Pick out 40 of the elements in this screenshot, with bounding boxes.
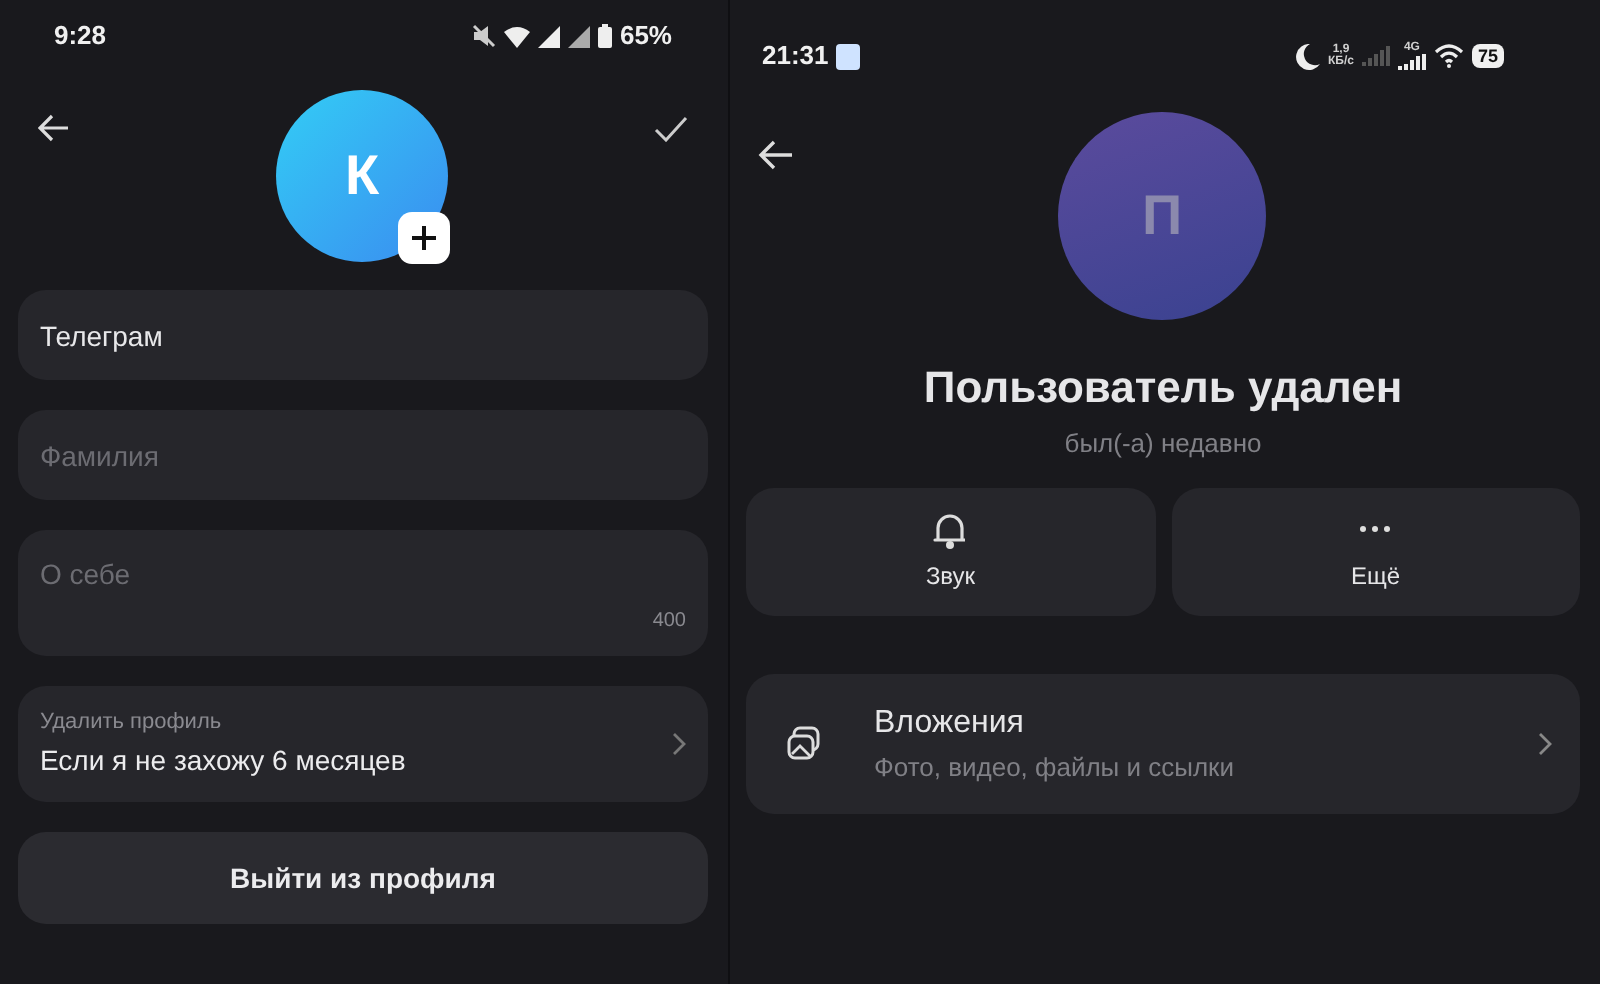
setting-label: Удалить профиль xyxy=(40,708,224,739)
status-time: 9:28 xyxy=(54,18,107,55)
plus-icon xyxy=(412,226,436,250)
avatar: П xyxy=(1058,112,1266,320)
attachments-title: Вложения xyxy=(874,703,1026,744)
delete-profile-row[interactable]: Удалить профиль Если я не захожу 6 месяцев xyxy=(18,686,708,802)
chevron-right-icon xyxy=(672,732,686,756)
mute-icon xyxy=(471,24,496,48)
wifi-icon xyxy=(503,25,530,47)
attachments-row[interactable]: Вложения Фото, видео, файлы и ссылки xyxy=(746,673,1580,813)
avatar: К xyxy=(276,90,448,262)
add-photo-button[interactable] xyxy=(398,212,450,264)
back-icon[interactable] xyxy=(38,114,70,142)
logout-button[interactable]: Выйти из профиля xyxy=(18,832,708,924)
bell-icon xyxy=(932,509,969,549)
more-icon xyxy=(1360,525,1391,531)
status-time: 21:31 xyxy=(762,38,829,75)
back-icon[interactable] xyxy=(758,140,794,170)
images-icon xyxy=(786,725,822,761)
signal-icon xyxy=(1397,54,1426,70)
last-name-field[interactable]: Фамилия xyxy=(18,410,708,500)
wifi-icon xyxy=(1433,44,1464,68)
signal-icon xyxy=(567,25,590,47)
last-seen-status: был(-а) недавно xyxy=(1062,426,1264,462)
battery-level: 65% xyxy=(619,18,672,55)
chevron-right-icon xyxy=(1538,731,1552,755)
signal-icon xyxy=(537,25,560,47)
more-button[interactable]: Ещё xyxy=(1171,487,1580,615)
sound-button[interactable]: Звук xyxy=(746,487,1155,615)
first-name-field[interactable]: Телеграм xyxy=(18,290,708,380)
moon-icon xyxy=(1296,43,1320,69)
battery-level: 75 xyxy=(1471,44,1504,68)
user-name: Пользователь удален xyxy=(921,360,1405,416)
battery-icon xyxy=(597,24,612,48)
setting-value: Если я не захожу 6 месяцев xyxy=(40,741,406,780)
attachments-subtitle: Фото, видео, файлы и ссылки xyxy=(874,749,1237,786)
checkmark-icon[interactable] xyxy=(654,116,688,142)
notification-icon xyxy=(836,43,861,69)
character-counter: 400 xyxy=(652,608,686,636)
signal-icon xyxy=(1361,46,1390,66)
